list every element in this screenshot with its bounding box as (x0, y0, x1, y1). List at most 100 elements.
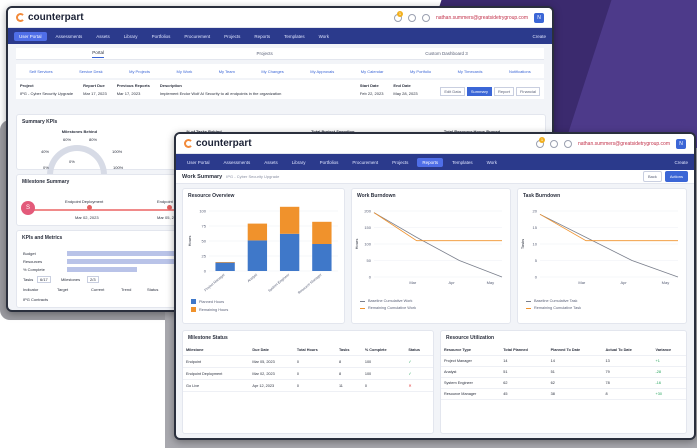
bell-icon[interactable]: 1 (535, 136, 545, 148)
table-row[interactable]: Resource Manager 45 38 8 +30 (441, 388, 686, 400)
legend-planned-hours[interactable]: Planned Hours (191, 299, 336, 304)
nav-assets[interactable]: Assets (91, 32, 115, 41)
kpi-table-header[interactable]: Target (57, 287, 68, 292)
nav-portfolios[interactable]: Portfolios (147, 32, 176, 41)
col-planned-to-date[interactable]: Planned To Date (547, 345, 603, 356)
user-email[interactable]: nathan.summers@greatsidetrygroup.com (578, 141, 670, 147)
legend-baseline-task[interactable]: Baseline Cumulative Task (526, 299, 678, 303)
help-icon[interactable] (563, 139, 572, 148)
subtab-my-timecards[interactable]: My Timecards (458, 69, 483, 74)
nav-library[interactable]: Library (287, 158, 311, 167)
subtab-self-services[interactable]: Self Services (29, 69, 52, 74)
nav-assessments[interactable]: Assessments (51, 32, 88, 41)
legend-remaining-work[interactable]: Remaining Cumulative Work (360, 306, 502, 310)
kpi-table-header[interactable]: Current (91, 287, 104, 292)
x-tick-label: Mar (409, 280, 417, 285)
edit-data-button[interactable]: Edit Data (440, 87, 465, 96)
avatar[interactable]: N (534, 12, 544, 23)
nav-reports[interactable]: Reports (249, 32, 275, 41)
col-milestone[interactable]: Milestone (183, 345, 250, 356)
col-tasks[interactable]: Tasks (335, 345, 362, 356)
nav-user-portal[interactable]: User Portal (14, 31, 47, 41)
nav-user-portal[interactable]: User Portal (182, 158, 215, 167)
milestone-dot[interactable] (167, 205, 172, 210)
col-variance[interactable]: Variance (652, 345, 686, 356)
work-burndown-title: Work Burndown (357, 193, 396, 199)
brand-logo[interactable]: counterpart (16, 12, 84, 23)
report-button[interactable]: Report (493, 87, 514, 96)
kpi-table-header[interactable]: Status (147, 287, 158, 292)
user-email[interactable]: nathan.summers@greatsidetrygroup.com (436, 15, 528, 21)
project-select[interactable]: IPG - Cyber Security Upgrade (20, 91, 73, 96)
cell-planned-to-date: 14 (547, 355, 603, 367)
nav-projects[interactable]: Projects (219, 32, 245, 41)
nav-reports[interactable]: Reports (417, 157, 444, 167)
nav-templates[interactable]: Templates (447, 158, 478, 167)
kpi-table-header[interactable]: Indicator (23, 287, 38, 292)
nav-work[interactable]: Work (314, 32, 334, 41)
nav-procurement[interactable]: Procurement (179, 32, 215, 41)
nav-portfolios[interactable]: Portfolios (315, 158, 344, 167)
x-tick-label: Apr (621, 280, 628, 285)
help-icon[interactable] (421, 13, 430, 22)
col-actual-to-date[interactable]: Actual To Date (602, 345, 653, 356)
financial-button[interactable]: Financial (515, 87, 540, 96)
subtab-my-portfolio[interactable]: My Portfolio (410, 69, 431, 74)
nav-library[interactable]: Library (119, 32, 143, 41)
subtab-my-calendar[interactable]: My Calendar (361, 69, 384, 74)
legend-remaining-hours[interactable]: Remaining Hours (191, 307, 336, 312)
col-status[interactable]: Status (405, 345, 433, 356)
table-row[interactable]: Go Live Apr 12, 2023 0 11 0 ✕ (183, 379, 433, 392)
previous-reports-value[interactable]: Mar 17, 2023 (117, 91, 150, 96)
nav-procurement[interactable]: Procurement (347, 158, 383, 167)
tab-custom-dashboard[interactable]: Custom Dashboard 3 (425, 51, 468, 56)
col-total-planned[interactable]: Total Planned (500, 345, 548, 356)
subtab-my-projects[interactable]: My Projects (129, 69, 150, 74)
nav-assets[interactable]: Assets (259, 158, 283, 167)
col-due-date[interactable]: Due Date (249, 345, 294, 356)
col-percent-complete[interactable]: % Complete (361, 345, 406, 356)
report-due-value[interactable]: Mar 17, 2023 (83, 91, 107, 96)
avatar[interactable]: N (676, 138, 686, 149)
bell-icon[interactable]: 1 (393, 10, 403, 22)
nav-templates[interactable]: Templates (279, 32, 310, 41)
cell-actual-to-date: 78 (602, 377, 653, 389)
summary-button[interactable]: Summary (466, 87, 492, 96)
subtab-notifications[interactable]: Notifications (509, 69, 531, 74)
table-row[interactable]: Endpoint Deployment Mar 02, 2023 0 8 100… (183, 367, 433, 380)
subtab-my-changes[interactable]: My Changes (261, 69, 283, 74)
notification-badge: 1 (538, 136, 545, 143)
chat-icon[interactable] (549, 139, 558, 148)
back-button[interactable]: Back (642, 171, 662, 182)
legend-remaining-task[interactable]: Remaining Cumulative Task (526, 306, 678, 310)
create-button[interactable]: Create (532, 34, 546, 39)
brand-logo[interactable]: counterpart (184, 138, 252, 149)
chat-icon[interactable] (407, 13, 416, 22)
nav-work[interactable]: Work (482, 158, 502, 167)
table-row[interactable]: Analyst 51 51 79 -28 (441, 366, 686, 378)
cell-tasks: 8 (335, 367, 362, 380)
bar (215, 262, 235, 271)
subtab-my-approvals[interactable]: My Approvals (310, 69, 334, 74)
table-row[interactable]: Endpoint Mar 05, 2023 0 8 100 ✓ (183, 355, 433, 368)
col-resource-type[interactable]: Resource Type (441, 345, 501, 356)
nav-assessments[interactable]: Assessments (219, 158, 256, 167)
tab-portal[interactable]: Portal (92, 50, 104, 58)
milestone-status-table: Milestone Due Date Total Hours Tasks % C… (183, 345, 433, 392)
cell-resource-type: Analyst (441, 366, 501, 378)
col-total-hours[interactable]: Total Hours (293, 345, 336, 356)
tab-projects[interactable]: Projects (256, 51, 272, 56)
table-row[interactable]: Project Manager 14 14 13 +1 (441, 355, 686, 367)
legend-baseline-work[interactable]: Baseline Cumulative Work (360, 299, 502, 303)
nav-projects[interactable]: Projects (387, 158, 413, 167)
tasks-label: Tasks (23, 277, 34, 282)
table-row[interactable]: System Engineer 62 62 78 -16 (441, 377, 686, 389)
subtab-service-desk[interactable]: Service Desk (79, 69, 103, 74)
create-button[interactable]: Create (674, 160, 688, 165)
actions-button[interactable]: Actions (664, 171, 688, 182)
milestone-dot[interactable] (87, 205, 92, 210)
subtab-my-team[interactable]: My Team (219, 69, 235, 74)
kpi-table-header[interactable]: Trend (121, 287, 131, 292)
start-date-value: Feb 22, 2023 (359, 91, 384, 96)
subtab-my-work[interactable]: My Work (177, 69, 193, 74)
